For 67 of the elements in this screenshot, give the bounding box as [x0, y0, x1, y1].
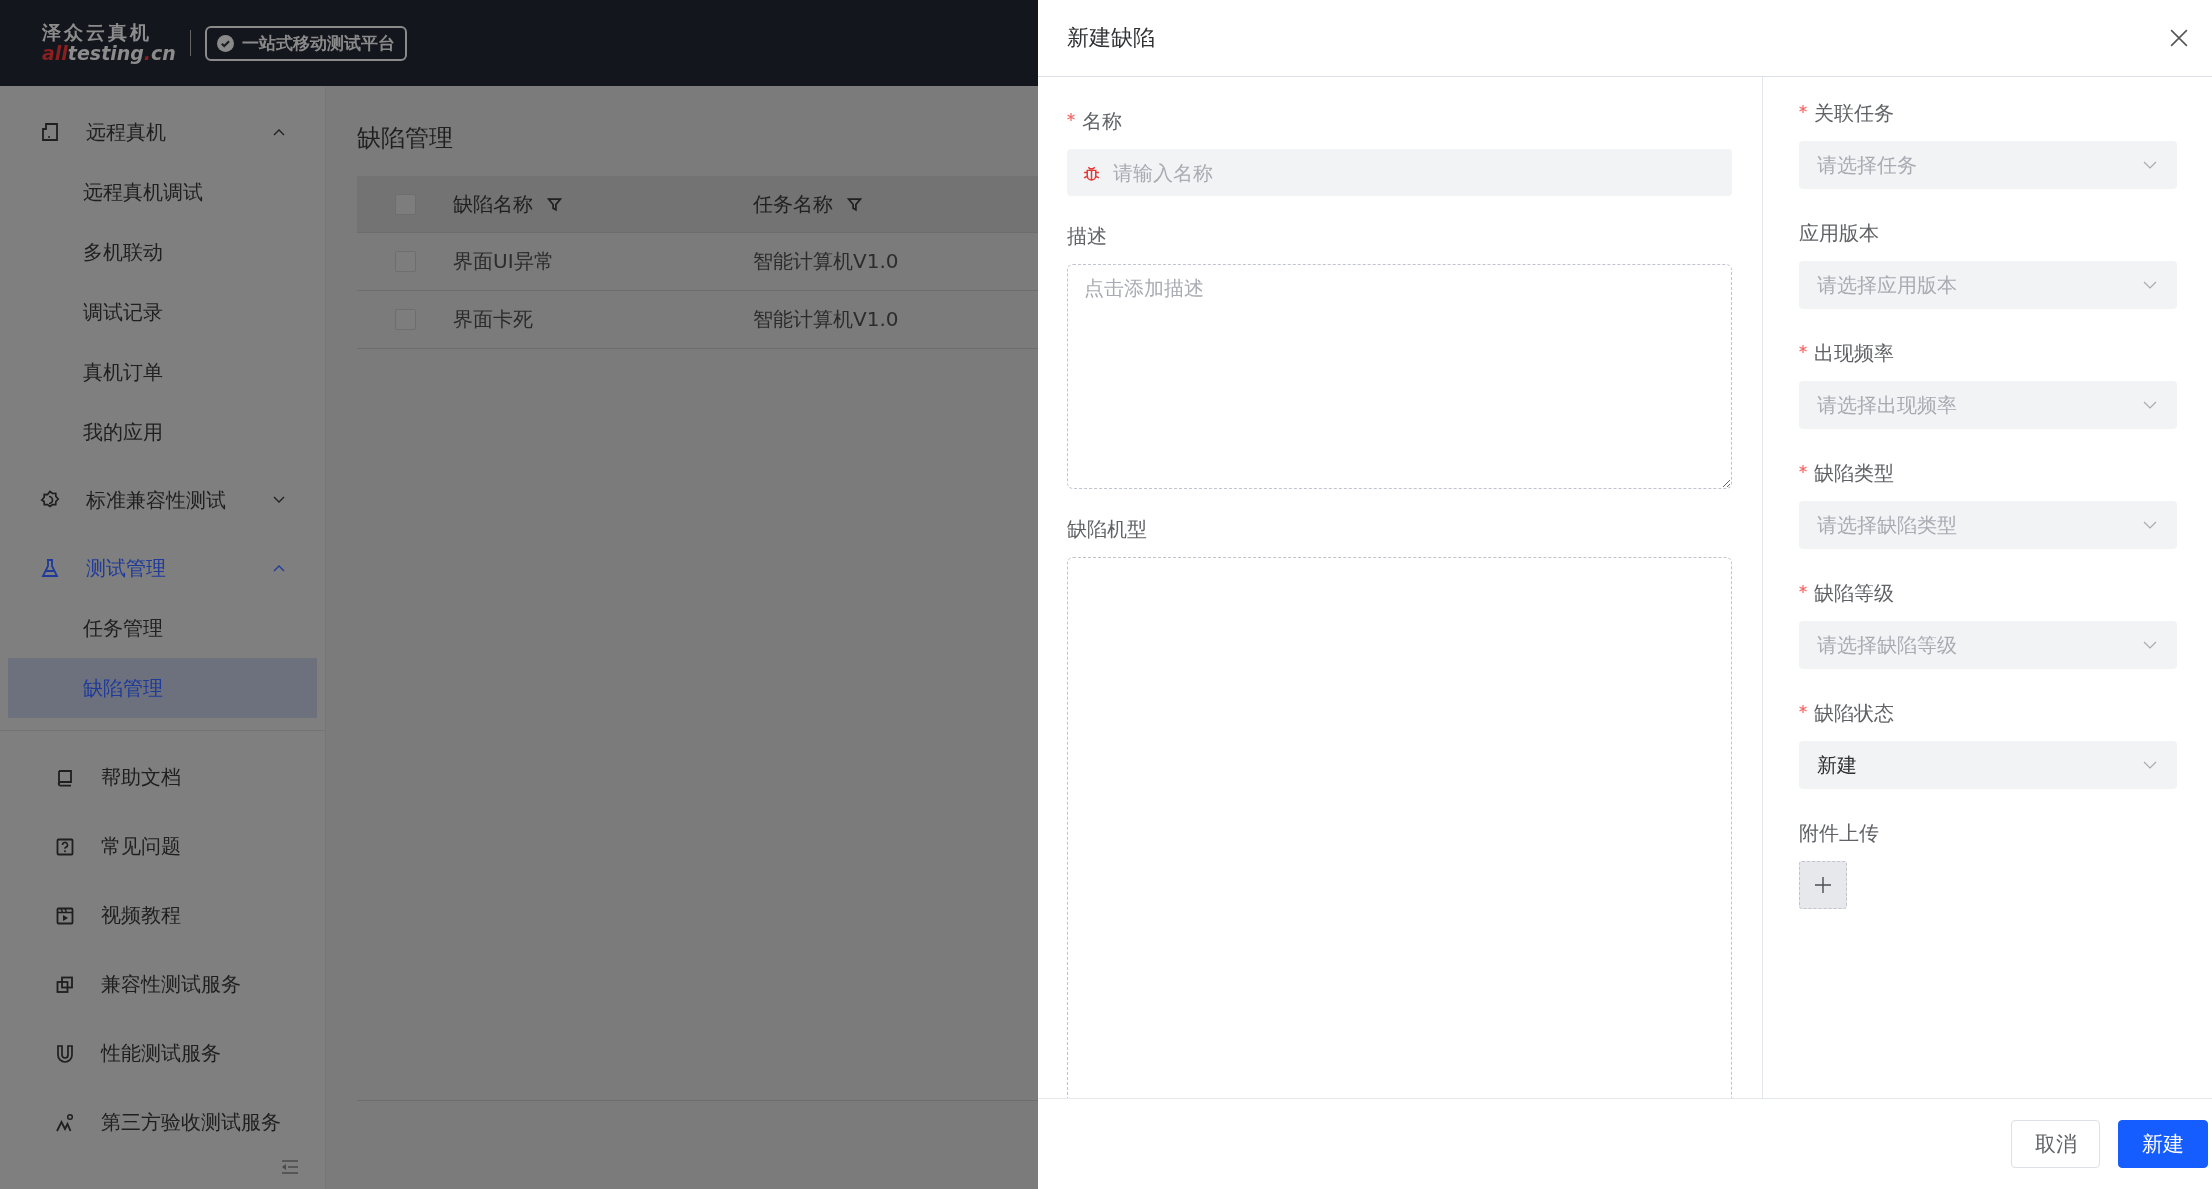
menu-item[interactable]: 远程真机调试: [8, 162, 317, 222]
menu-group[interactable]: 标准兼容性测试: [0, 470, 325, 530]
chart-icon: [55, 1112, 75, 1133]
select-field[interactable]: 新建: [1799, 741, 2177, 789]
select-field[interactable]: 请选择应用版本: [1799, 261, 2177, 309]
logo-title: 泽众云真机: [42, 22, 153, 43]
field-label: 缺陷机型: [1067, 515, 1147, 543]
close-icon[interactable]: [2170, 29, 2188, 47]
drawer-title: 新建缺陷: [1067, 24, 1155, 52]
menu-link[interactable]: 第三方验收测试服务: [0, 1088, 325, 1145]
column-header: 缺陷名称: [453, 190, 753, 218]
cancel-button[interactable]: 取消: [2011, 1120, 2100, 1168]
field-label: 名称: [1082, 107, 1122, 135]
description-field[interactable]: 点击添加描述: [1067, 264, 1732, 489]
field-label: 关联任务: [1814, 99, 1894, 127]
field-label: 附件上传: [1799, 819, 1879, 847]
menu-link[interactable]: 视频教程: [0, 881, 325, 950]
menu-group[interactable]: 测试管理: [0, 538, 325, 598]
name-field[interactable]: 请输入名称: [1067, 149, 1732, 196]
table-cell-text: 界面UI异常: [453, 248, 555, 275]
logo-domain: alltesting.cn: [42, 43, 176, 64]
menu-item[interactable]: 多机联动: [8, 222, 317, 282]
select-field[interactable]: 请选择缺陷类型: [1799, 501, 2177, 549]
caret-icon: [2143, 521, 2157, 529]
menu-item[interactable]: 我的应用: [8, 402, 317, 462]
menu-link[interactable]: 帮助文档: [0, 743, 325, 812]
create-button[interactable]: 新建: [2118, 1120, 2208, 1168]
video-icon: [55, 905, 75, 926]
table-cell-text: 界面卡死: [453, 306, 534, 333]
field-label: 缺陷等级: [1814, 579, 1894, 607]
menu-item[interactable]: 调试记录: [8, 282, 317, 342]
page-title: 缺陷管理: [357, 123, 454, 154]
menu-link[interactable]: 常见问题: [0, 812, 325, 881]
select-field[interactable]: 请选择出现频率: [1799, 381, 2177, 429]
field-label: 描述: [1067, 222, 1107, 250]
select-field[interactable]: 请选择缺陷等级: [1799, 621, 2177, 669]
caret-icon: [2143, 641, 2157, 649]
upload-button[interactable]: [1799, 861, 1847, 909]
select-field[interactable]: 请选择任务: [1799, 141, 2177, 189]
badge-text: 一站式移动测试平台: [241, 31, 395, 55]
field-label: 缺陷状态: [1814, 699, 1894, 727]
caret-icon: [2143, 281, 2157, 289]
field-label: 应用版本: [1799, 219, 1879, 247]
plus-icon: [1815, 877, 1831, 893]
menu-link[interactable]: 性能测试服务: [0, 1019, 325, 1088]
field-label: 出现频率: [1814, 339, 1894, 367]
copy-icon: [55, 974, 75, 995]
device-icon: [40, 122, 60, 142]
table-cell-text: 智能计算机V1.0: [753, 248, 900, 275]
filter-icon[interactable]: [847, 196, 862, 212]
gear-icon: [40, 490, 60, 510]
menu-link[interactable]: 兼容性测试服务: [0, 950, 325, 1019]
book-icon: [55, 767, 75, 788]
flask-icon: [40, 558, 60, 578]
magnet-icon: [55, 1043, 75, 1064]
check-circle-icon: [216, 34, 234, 52]
caret-icon: [2143, 161, 2157, 169]
menu-item[interactable]: 任务管理: [8, 598, 317, 658]
table-cell-text: 智能计算机V1.0: [753, 306, 900, 333]
caret-icon: [2143, 401, 2157, 409]
filter-icon[interactable]: [547, 196, 562, 212]
menu-group[interactable]: 远程真机: [0, 102, 325, 162]
menu-item[interactable]: 真机订单: [8, 342, 317, 402]
question-icon: [55, 836, 75, 857]
caret-icon: [2143, 761, 2157, 769]
collapse-menu-icon[interactable]: [281, 1159, 299, 1175]
field-label: 缺陷类型: [1814, 459, 1894, 487]
